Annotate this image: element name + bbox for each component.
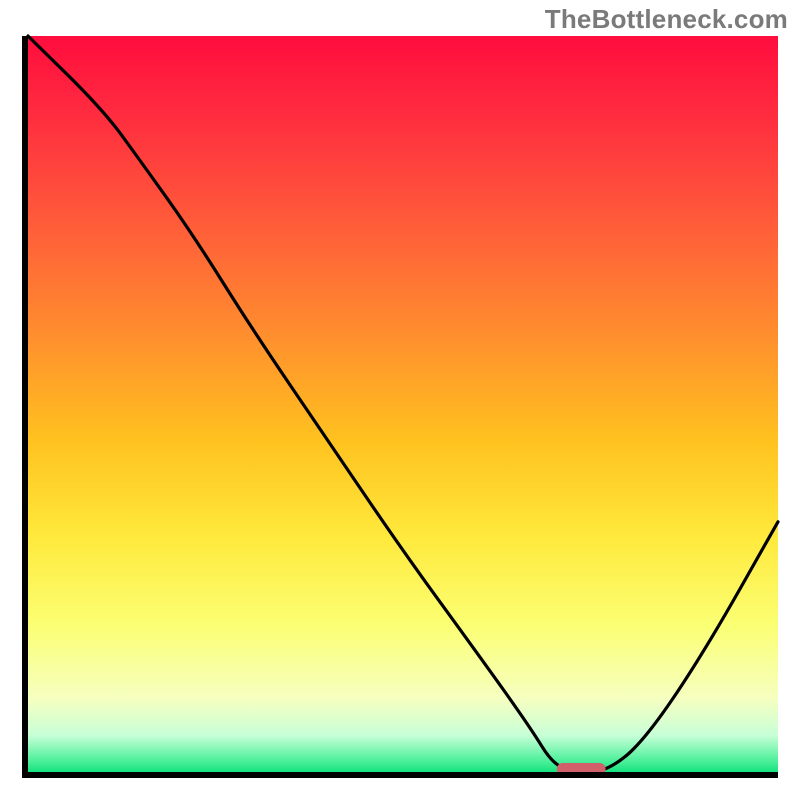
watermark-text: TheBottleneck.com [545, 4, 788, 35]
axes-frame [22, 36, 778, 778]
